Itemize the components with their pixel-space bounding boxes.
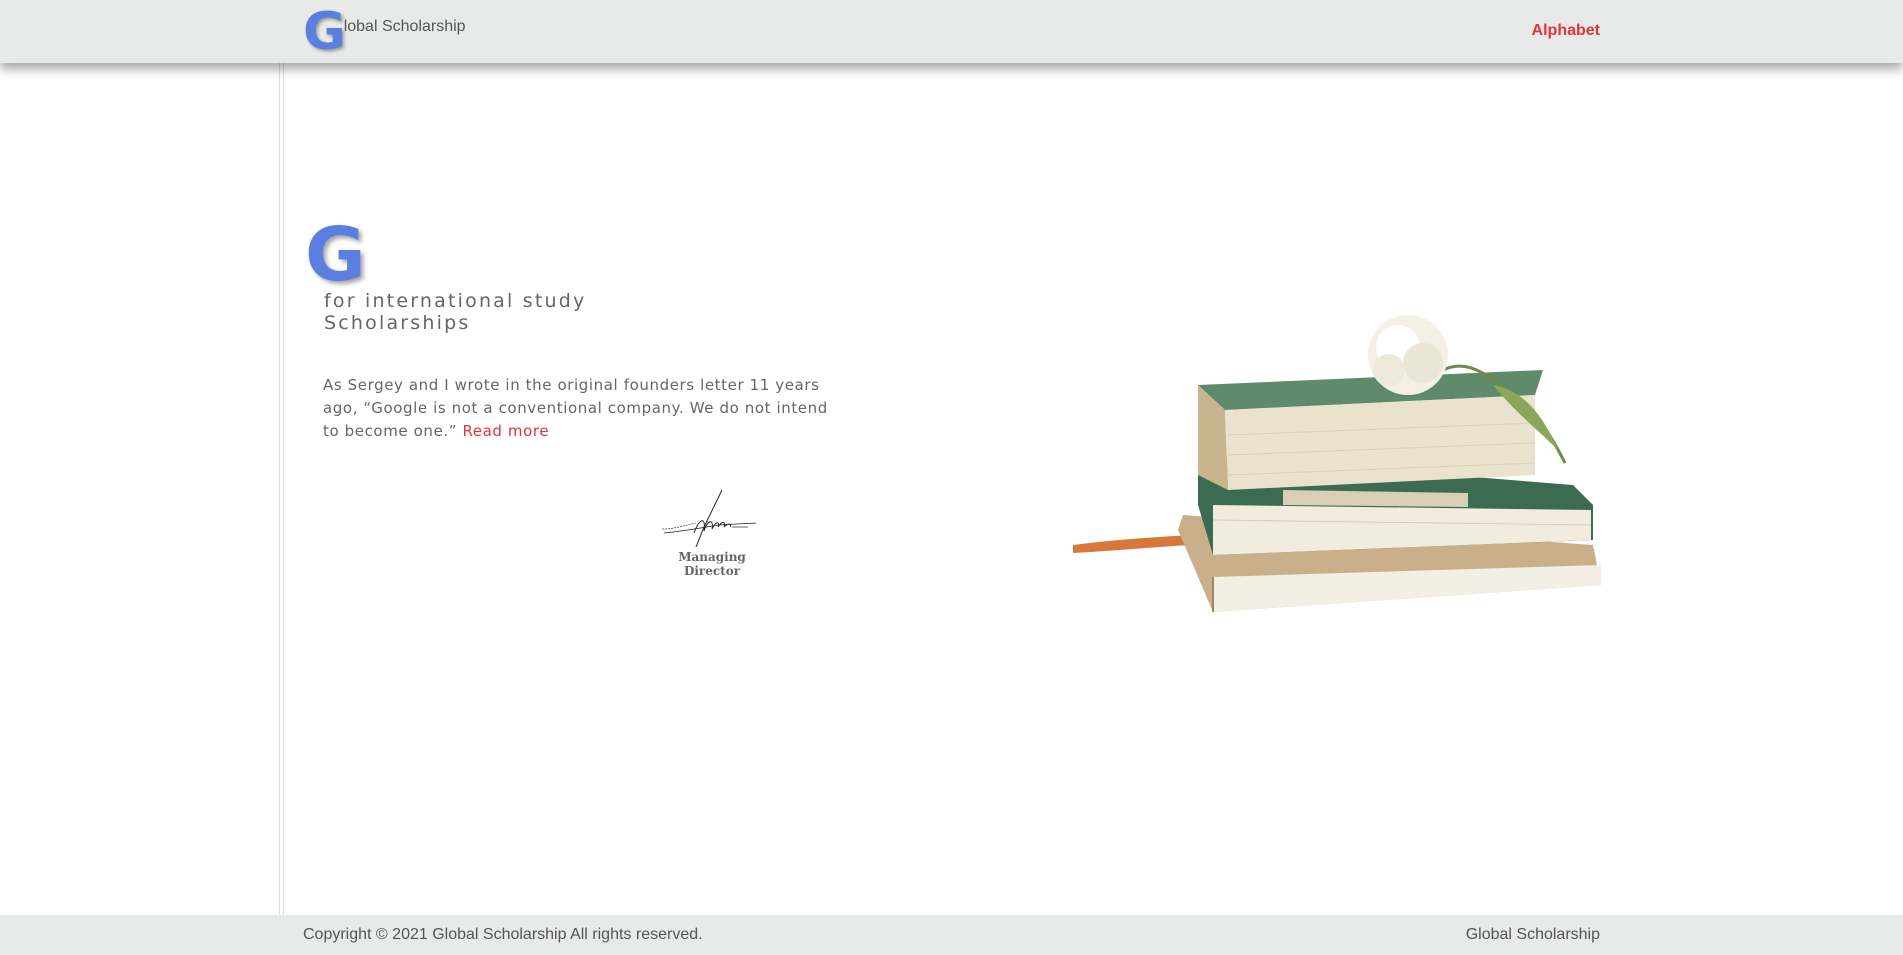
hero-tagline-line1: for international study [324, 290, 587, 312]
copyright-text: 2021 Global Scholarship All rights reser… [387, 926, 703, 943]
site-footer: Copyright © 2021 Global Scholarship All … [0, 915, 1903, 955]
copyright-icon: © [375, 926, 388, 943]
read-more-link[interactable]: Read more [462, 422, 549, 440]
founders-quote: As Sergey and I wrote in the original fo… [323, 374, 833, 443]
site-header: G lobal Scholarship Alphabet [0, 0, 1903, 63]
footer-global-scholarship-link[interactable]: Global Scholarship [1466, 926, 1600, 944]
hero-g-logo: G [305, 212, 366, 298]
left-divider-line-inner [283, 63, 284, 915]
stacked-books-icon [1073, 315, 1601, 612]
signature-icon [661, 489, 757, 547]
left-divider-line [279, 63, 280, 915]
brand-logo-link[interactable]: G lobal Scholarship [303, 2, 466, 62]
hero-tagline-line2: Scholarships [324, 312, 471, 334]
brand-name: lobal Scholarship [343, 18, 466, 35]
signature-caption: Managing Director [678, 550, 746, 578]
quote-text: As Sergey and I wrote in the original fo… [323, 376, 828, 440]
copyright-prefix: Copyright [303, 926, 376, 943]
alphabet-link[interactable]: Alphabet [1532, 22, 1600, 40]
copyright-notice: Copyright © 2021 Global Scholarship All … [303, 926, 703, 944]
brand-g-logo: G [303, 2, 346, 62]
